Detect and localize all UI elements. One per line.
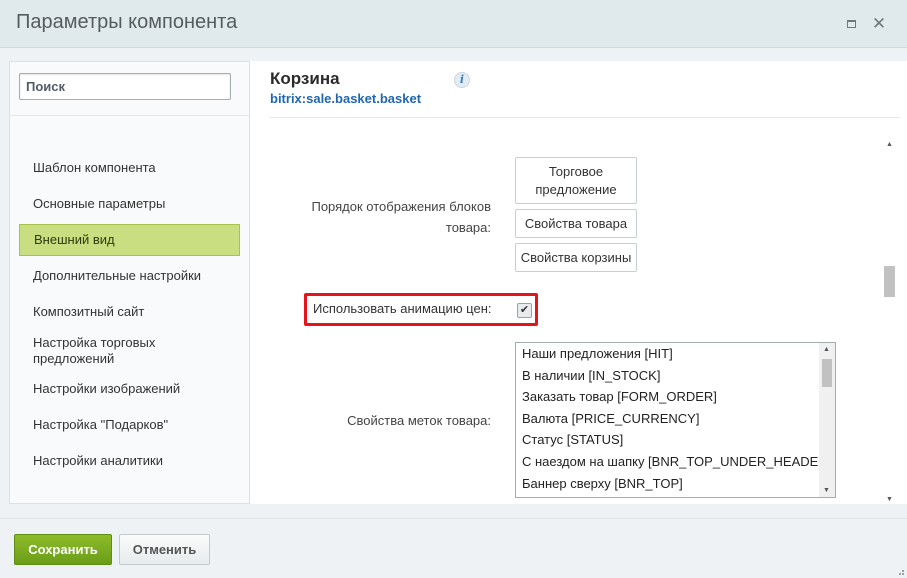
block-order-option-basket-props[interactable]: Свойства корзины <box>515 243 637 272</box>
resize-grip-icon[interactable] <box>894 565 904 575</box>
labels-property-listbox[interactable]: Наши предложения [HIT] В наличии [IN_STO… <box>515 342 836 498</box>
sidebar-item-images[interactable]: Настройки изображений <box>19 379 240 399</box>
listbox-scrollbar[interactable]: ▲ ▼ <box>819 343 835 497</box>
price-animation-highlight: Использовать анимацию цен: ✔ <box>304 293 538 326</box>
sidebar-item-composite[interactable]: Композитный сайт <box>19 302 240 322</box>
cancel-button[interactable]: Отменить <box>119 534 210 565</box>
price-animation-label: Использовать анимацию цен: <box>313 301 492 316</box>
component-code: bitrix:sale.basket.basket <box>270 91 422 106</box>
price-animation-checkbox[interactable]: ✔ <box>517 303 532 318</box>
dialog-titlebar: Параметры компонента ✕ <box>0 0 907 48</box>
list-item[interactable]: Валюта [PRICE_CURRENCY] <box>516 408 819 430</box>
listbox-scroll-thumb[interactable] <box>822 359 832 387</box>
sidebar: Шаблон компонента Основные параметры Вне… <box>9 61 250 504</box>
list-item[interactable]: С наездом на шапку [BNR_TOP_UNDER_HEADER… <box>516 451 819 473</box>
sidebar-divider <box>10 115 249 116</box>
scroll-up-icon[interactable]: ▲ <box>886 141 893 148</box>
content-panel: Корзина bitrix:sale.basket.basket i Поря… <box>250 61 907 504</box>
component-title: Корзина <box>270 69 340 88</box>
content-scroll-thumb[interactable] <box>884 266 895 297</box>
sidebar-item-main-params[interactable]: Основные параметры <box>19 194 240 214</box>
block-order-label: Порядок отображения блоков товара: <box>311 199 491 235</box>
sidebar-item-analytics[interactable]: Настройки аналитики <box>19 451 240 471</box>
dialog-footer: Сохранить Отменить <box>0 518 907 578</box>
list-item[interactable]: Статус [STATUS] <box>516 429 819 451</box>
maximize-icon[interactable] <box>841 14 861 34</box>
sidebar-item-template[interactable]: Шаблон компонента <box>19 158 240 178</box>
sidebar-item-offers[interactable]: Настройка торговых предложений <box>19 334 199 368</box>
block-order-option-offer[interactable]: Торговое предложение <box>515 157 637 204</box>
sidebar-item-appearance[interactable]: Внешний вид <box>19 224 240 256</box>
list-item[interactable]: Баннер сверху [BNR_TOP] <box>516 473 819 495</box>
scroll-down-icon[interactable]: ▼ <box>886 496 893 503</box>
list-item[interactable]: В наличии [IN_STOCK] <box>516 365 819 387</box>
content-scrollbar[interactable]: ▲ ▼ <box>881 141 898 503</box>
header-divider <box>270 117 900 118</box>
search-input[interactable] <box>19 73 231 100</box>
block-order-option-product-props[interactable]: Свойства товара <box>515 209 637 238</box>
list-item[interactable]: Наши предложения [HIT] <box>516 343 819 365</box>
close-icon[interactable]: ✕ <box>869 14 889 34</box>
sidebar-item-gifts[interactable]: Настройка "Подарков" <box>19 415 240 435</box>
info-icon[interactable]: i <box>454 72 470 88</box>
scroll-down-icon[interactable]: ▼ <box>823 487 830 494</box>
dialog-body: Шаблон компонента Основные параметры Вне… <box>0 48 907 518</box>
scroll-up-icon[interactable]: ▲ <box>823 346 830 353</box>
list-item[interactable]: Заказать товар [FORM_ORDER] <box>516 386 819 408</box>
dialog-title: Параметры компонента <box>16 11 238 33</box>
sidebar-item-additional[interactable]: Дополнительные настройки <box>19 266 240 286</box>
labels-property-label: Свойства меток товара: <box>347 413 491 428</box>
save-button[interactable]: Сохранить <box>14 534 112 565</box>
